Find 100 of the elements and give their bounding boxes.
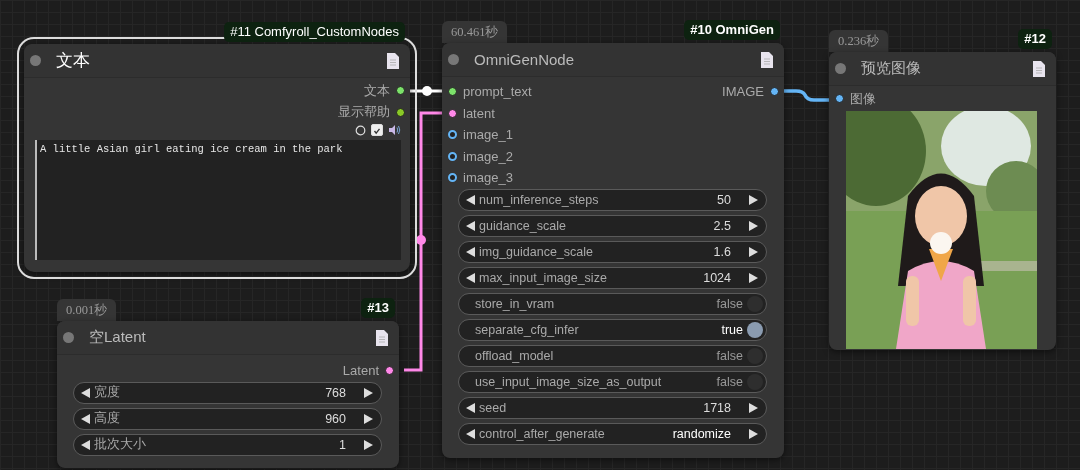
- timing-label: 60.461秒: [442, 21, 508, 43]
- node-title: 预览图像: [861, 59, 922, 78]
- collapse-dot-icon[interactable]: [448, 54, 459, 65]
- decrement-arrow-icon[interactable]: [81, 387, 90, 398]
- number-widget[interactable]: 宽度 768: [73, 381, 382, 404]
- collapse-dot-icon[interactable]: [30, 55, 41, 66]
- widget-value: false: [716, 296, 743, 311]
- speaker-icon[interactable]: [388, 124, 401, 136]
- input-label: image_2: [463, 148, 513, 164]
- output-label: Latent: [342, 363, 379, 379]
- output-label: IMAGE: [722, 84, 764, 100]
- widget-label: num_inference_steps: [479, 192, 600, 207]
- circle-icon[interactable]: [355, 124, 366, 136]
- text-field[interactable]: A little Asian girl eating ice cream in the park: [35, 140, 401, 260]
- toggle-knob[interactable]: [747, 347, 763, 364]
- node-title-bar[interactable]: 文本: [24, 44, 410, 78]
- decrement-arrow-icon[interactable]: [466, 272, 475, 283]
- node-title-bar[interactable]: OmniGenNode: [442, 43, 784, 77]
- toggle-widget[interactable]: use_input_image_size_as_output false: [458, 370, 767, 393]
- widget-label: use_input_image_size_as_output: [475, 374, 663, 389]
- node-title-bar[interactable]: 空Latent: [57, 321, 399, 355]
- increment-arrow-icon[interactable]: [749, 220, 758, 231]
- widget-label: max_input_image_size: [479, 270, 608, 285]
- widget-value: 2.5: [713, 218, 731, 233]
- toggle-widget[interactable]: separate_cfg_infer true: [458, 318, 767, 341]
- input-slot-icon[interactable]: [448, 108, 457, 118]
- widget-label: seed: [479, 400, 508, 415]
- number-widget[interactable]: max_input_image_size 1024: [458, 266, 767, 289]
- document-icon[interactable]: [760, 50, 774, 69]
- widget-value: 1718: [703, 400, 731, 415]
- widget-label: 高度: [94, 410, 121, 427]
- widget-value: randomize: [672, 426, 731, 441]
- increment-arrow-icon[interactable]: [364, 387, 373, 398]
- node-id-badge: #11 Comfyroll_CustomNodes: [224, 22, 405, 42]
- widget-label: offload_model: [475, 348, 555, 363]
- checkbox[interactable]: [371, 124, 383, 136]
- number-widget[interactable]: guidance_scale 2.5: [458, 214, 767, 237]
- increment-arrow-icon[interactable]: [364, 413, 373, 424]
- node-card[interactable]: 空Latent Latent 宽度 768 高度 960 批次大小 1: [57, 321, 399, 468]
- number-widget[interactable]: 批次大小 1: [73, 433, 382, 456]
- node-id-badge: #12: [1018, 29, 1052, 49]
- input-slot-icon[interactable]: [448, 151, 457, 161]
- input-label: image_1: [463, 127, 513, 143]
- decrement-arrow-icon[interactable]: [466, 402, 475, 413]
- collapse-dot-icon[interactable]: [835, 63, 846, 74]
- input-label: 图像: [850, 89, 876, 108]
- document-icon[interactable]: [375, 328, 389, 347]
- widget-value: false: [716, 374, 743, 389]
- document-icon[interactable]: [386, 51, 400, 70]
- increment-arrow-icon[interactable]: [749, 272, 758, 283]
- input-label: image_3: [463, 170, 513, 186]
- decrement-arrow-icon[interactable]: [466, 428, 475, 439]
- input-slot-icon[interactable]: [835, 94, 844, 104]
- input-label: prompt_text: [463, 84, 532, 100]
- toggle-knob[interactable]: [747, 321, 763, 338]
- output-slot-icon[interactable]: [385, 366, 394, 376]
- node-id-badge: #13: [361, 298, 395, 318]
- widget-value: 50: [717, 192, 731, 207]
- decrement-arrow-icon[interactable]: [81, 439, 90, 450]
- node-title: OmniGenNode: [474, 51, 576, 68]
- widget-value: 768: [325, 385, 346, 400]
- output-slot-icon[interactable]: [770, 87, 779, 97]
- node-title-bar[interactable]: 预览图像: [829, 52, 1056, 86]
- number-widget[interactable]: seed 1718: [458, 396, 767, 419]
- input-slot-icon[interactable]: [448, 130, 457, 140]
- decrement-arrow-icon[interactable]: [466, 194, 475, 205]
- widget-value: 1024: [703, 270, 731, 285]
- increment-arrow-icon[interactable]: [749, 194, 758, 205]
- node-card[interactable]: [442, 43, 784, 458]
- decrement-arrow-icon[interactable]: [466, 246, 475, 257]
- input-slot-icon[interactable]: [448, 87, 457, 97]
- toggle-knob[interactable]: [747, 373, 763, 390]
- output-label: 文本: [364, 81, 390, 100]
- number-widget[interactable]: num_inference_steps 50: [458, 188, 767, 211]
- input-slot-icon[interactable]: [448, 173, 457, 183]
- increment-arrow-icon[interactable]: [749, 428, 758, 439]
- widget-value: 1.6: [713, 244, 731, 259]
- number-widget[interactable]: 高度 960: [73, 407, 382, 430]
- increment-arrow-icon[interactable]: [749, 246, 758, 257]
- toggle-widget[interactable]: store_in_vram false: [458, 292, 767, 315]
- number-widget[interactable]: control_after_generate randomize: [458, 422, 767, 445]
- output-slot-icon[interactable]: [396, 86, 405, 96]
- increment-arrow-icon[interactable]: [364, 439, 373, 450]
- widget-label: control_after_generate: [479, 426, 606, 441]
- widget-value: 1: [339, 437, 346, 452]
- node-card[interactable]: 预览图像 图像: [829, 52, 1056, 350]
- collapse-dot-icon[interactable]: [63, 332, 74, 343]
- node-title: 文本: [56, 50, 91, 72]
- widget-label: guidance_scale: [479, 218, 567, 233]
- decrement-arrow-icon[interactable]: [81, 413, 90, 424]
- decrement-arrow-icon[interactable]: [466, 220, 475, 231]
- document-icon[interactable]: [1032, 59, 1046, 78]
- number-widget[interactable]: img_guidance_scale 1.6: [458, 240, 767, 263]
- output-slot-icon[interactable]: [396, 107, 405, 117]
- increment-arrow-icon[interactable]: [749, 402, 758, 413]
- node-id-badge: #10 OmniGen: [684, 20, 780, 40]
- timing-label: 0.236秒: [829, 30, 889, 52]
- toggle-knob[interactable]: [747, 295, 763, 312]
- widget-label: img_guidance_scale: [479, 244, 594, 259]
- toggle-widget[interactable]: offload_model false: [458, 344, 767, 367]
